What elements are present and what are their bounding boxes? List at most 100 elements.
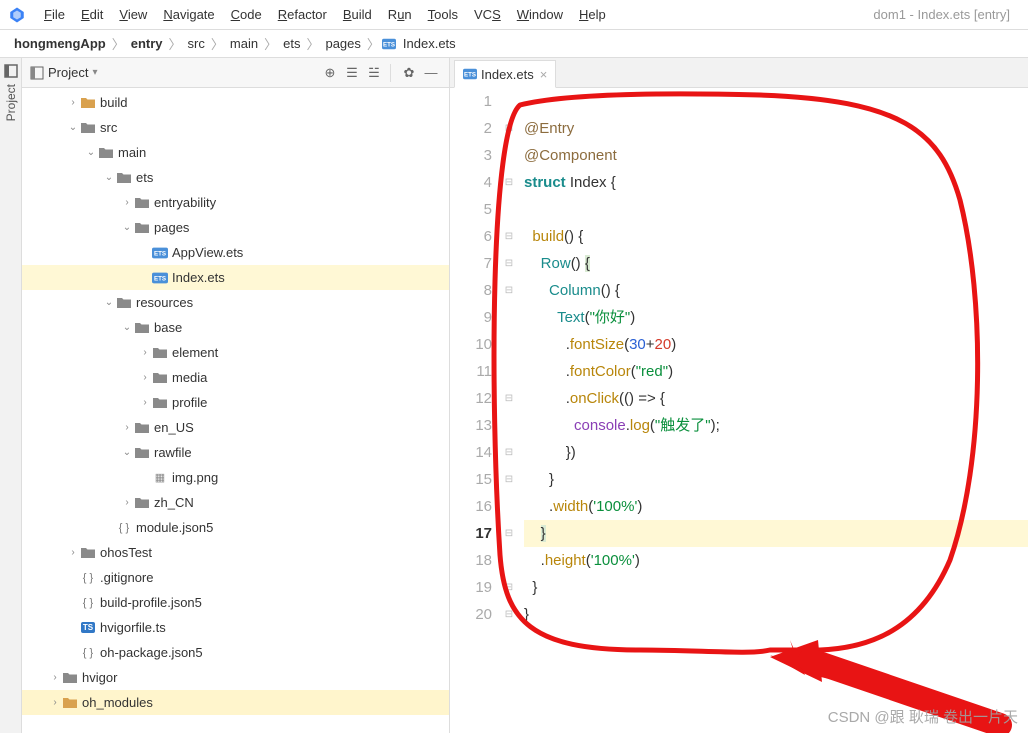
tree-item-media[interactable]: ›media bbox=[22, 365, 449, 390]
tree-item-en_US[interactable]: ›en_US bbox=[22, 415, 449, 440]
menu-window[interactable]: Window bbox=[509, 3, 571, 26]
menu-help[interactable]: Help bbox=[571, 3, 614, 26]
breadcrumb: hongmengApp〉 entry〉 src〉 main〉 ets〉 page… bbox=[0, 30, 1028, 58]
tree-item-build[interactable]: ›build bbox=[22, 90, 449, 115]
crumb-file[interactable]: Index.ets bbox=[399, 34, 460, 53]
crumb-pages[interactable]: pages bbox=[321, 34, 364, 53]
tree-arrow[interactable]: ⌄ bbox=[102, 172, 116, 183]
collapse-all-icon[interactable]: ☱ bbox=[364, 63, 384, 83]
project-tool-icon[interactable] bbox=[4, 64, 18, 78]
tree-item-build-profile-json5[interactable]: { }build-profile.json5 bbox=[22, 590, 449, 615]
tree-label: build-profile.json5 bbox=[100, 595, 202, 610]
tree-arrow[interactable]: ⌄ bbox=[84, 147, 98, 158]
tree-arrow[interactable]: › bbox=[120, 197, 134, 208]
tree-arrow[interactable]: › bbox=[120, 422, 134, 433]
folder-icon bbox=[62, 671, 78, 685]
menu-bar: FFileile Edit View Navigate Code Refacto… bbox=[0, 0, 1028, 30]
crumb-ets[interactable]: ets bbox=[279, 34, 304, 53]
tree-arrow[interactable]: ⌄ bbox=[120, 322, 134, 333]
tree-label: oh_modules bbox=[82, 695, 153, 710]
tree-arrow[interactable]: › bbox=[66, 547, 80, 558]
tree-arrow[interactable]: › bbox=[138, 397, 152, 408]
project-tool-label[interactable]: Project bbox=[4, 84, 18, 121]
folder-icon bbox=[152, 371, 168, 385]
tree-item-hvigor[interactable]: ›hvigor bbox=[22, 665, 449, 690]
crumb-main[interactable]: main bbox=[226, 34, 262, 53]
tree-item-Index-ets[interactable]: ETSIndex.ets bbox=[22, 265, 449, 290]
tree-arrow[interactable]: › bbox=[138, 347, 152, 358]
tree-arrow[interactable]: ⌄ bbox=[120, 447, 134, 458]
tree-item-hvigorfile-ts[interactable]: TShvigorfile.ts bbox=[22, 615, 449, 640]
menu-run[interactable]: Run bbox=[380, 3, 420, 26]
folder-icon bbox=[80, 121, 96, 135]
crumb-entry[interactable]: entry bbox=[127, 34, 167, 53]
select-opened-file-icon[interactable]: ⊕ bbox=[320, 63, 340, 83]
tree-item-ohosTest[interactable]: ›ohosTest bbox=[22, 540, 449, 565]
project-panel: Project ▾ ⊕ ☰ ☱ ✿ — ›build⌄src⌄main⌄ets›… bbox=[22, 58, 450, 733]
tree-arrow[interactable]: › bbox=[66, 97, 80, 108]
tree-arrow[interactable]: › bbox=[120, 497, 134, 508]
tree-arrow[interactable]: ⌄ bbox=[66, 122, 80, 133]
ets-file-icon: ETS bbox=[463, 67, 477, 81]
fold-column[interactable]: ⊟⊟⊟⊟⊟⊟⊟⊟⊟⊟⊟ bbox=[500, 88, 518, 733]
panel-dropdown-icon[interactable]: ▾ bbox=[92, 67, 97, 78]
tree-item-main[interactable]: ⌄main bbox=[22, 140, 449, 165]
expand-all-icon[interactable]: ☰ bbox=[342, 63, 362, 83]
close-tab-icon[interactable]: × bbox=[540, 67, 548, 82]
menu-vcs[interactable]: VCS bbox=[466, 3, 509, 26]
app-logo bbox=[8, 6, 26, 24]
tree-label: module.json5 bbox=[136, 520, 213, 535]
tree-label: img.png bbox=[172, 470, 218, 485]
crumb-project[interactable]: hongmengApp bbox=[10, 34, 110, 53]
tree-item-entryability[interactable]: › entryability bbox=[22, 190, 449, 215]
tree-arrow[interactable]: ⌄ bbox=[120, 222, 134, 233]
folder-icon bbox=[152, 346, 168, 360]
tree-item-base[interactable]: ⌄ base bbox=[22, 315, 449, 340]
menu-edit[interactable]: Edit bbox=[73, 3, 111, 26]
tool-window-strip: Project bbox=[0, 58, 22, 733]
tree-label: entryability bbox=[154, 195, 216, 210]
tree-item-AppView-ets[interactable]: ETSAppView.ets bbox=[22, 240, 449, 265]
tree-arrow[interactable]: › bbox=[138, 372, 152, 383]
tree-item-rawfile[interactable]: ⌄rawfile bbox=[22, 440, 449, 465]
crumb-src[interactable]: src bbox=[184, 34, 209, 53]
project-panel-header: Project ▾ ⊕ ☰ ☱ ✿ — bbox=[22, 58, 449, 88]
tree-item-zh_CN[interactable]: ›zh_CN bbox=[22, 490, 449, 515]
tree-label: base bbox=[154, 320, 182, 335]
ets-file-icon: ETS bbox=[382, 37, 396, 51]
menu-build[interactable]: Build bbox=[335, 3, 380, 26]
tree-item-profile[interactable]: ›profile bbox=[22, 390, 449, 415]
code-editor[interactable]: 1234567891011121314151617181920 ⊟⊟⊟⊟⊟⊟⊟⊟… bbox=[450, 88, 1028, 733]
tree-label: hvigorfile.ts bbox=[100, 620, 166, 635]
hide-panel-icon[interactable]: — bbox=[421, 63, 441, 83]
menu-tools[interactable]: Tools bbox=[420, 3, 466, 26]
tree-item-ets[interactable]: ⌄ets bbox=[22, 165, 449, 190]
tree-item-pages[interactable]: ⌄pages bbox=[22, 215, 449, 240]
svg-text:ETS: ETS bbox=[154, 250, 166, 257]
tree-arrow[interactable]: ⌄ bbox=[102, 297, 116, 308]
project-tree[interactable]: ›build⌄src⌄main⌄ets›entryability⌄pagesET… bbox=[22, 88, 449, 733]
tree-label: Index.ets bbox=[172, 270, 225, 285]
menu-code[interactable]: Code bbox=[223, 3, 270, 26]
tree-arrow[interactable]: › bbox=[48, 697, 62, 708]
tab-index-ets[interactable]: ETS Index.ets × bbox=[454, 60, 556, 88]
panel-title[interactable]: Project bbox=[48, 65, 88, 80]
tree-item-oh_modules[interactable]: › oh_modules bbox=[22, 690, 449, 715]
tree-item-element[interactable]: ›element bbox=[22, 340, 449, 365]
menu-navigate[interactable]: Navigate bbox=[155, 3, 222, 26]
tree-item-module-json5[interactable]: { }module.json5 bbox=[22, 515, 449, 540]
tree-item-img-png[interactable]: ▦ img.png bbox=[22, 465, 449, 490]
tree-item-resources[interactable]: ⌄resources bbox=[22, 290, 449, 315]
tree-item-src[interactable]: ⌄src bbox=[22, 115, 449, 140]
tree-item-oh-package-json5[interactable]: { }oh-package.json5 bbox=[22, 640, 449, 665]
code-area[interactable]: @Entry@Componentstruct Index { build() {… bbox=[518, 88, 1028, 733]
settings-icon[interactable]: ✿ bbox=[399, 63, 419, 83]
tree-arrow[interactable]: › bbox=[48, 672, 62, 683]
tree-item--gitignore[interactable]: { }.gitignore bbox=[22, 565, 449, 590]
menu-file[interactable]: FFileile bbox=[36, 3, 73, 26]
menu-refactor[interactable]: Refactor bbox=[270, 3, 335, 26]
window-title: dom1 - Index.ets [entry] bbox=[873, 7, 1020, 22]
menu-view[interactable]: View bbox=[111, 3, 155, 26]
json-icon: { } bbox=[80, 571, 96, 585]
img-icon: ▦ bbox=[152, 471, 168, 485]
